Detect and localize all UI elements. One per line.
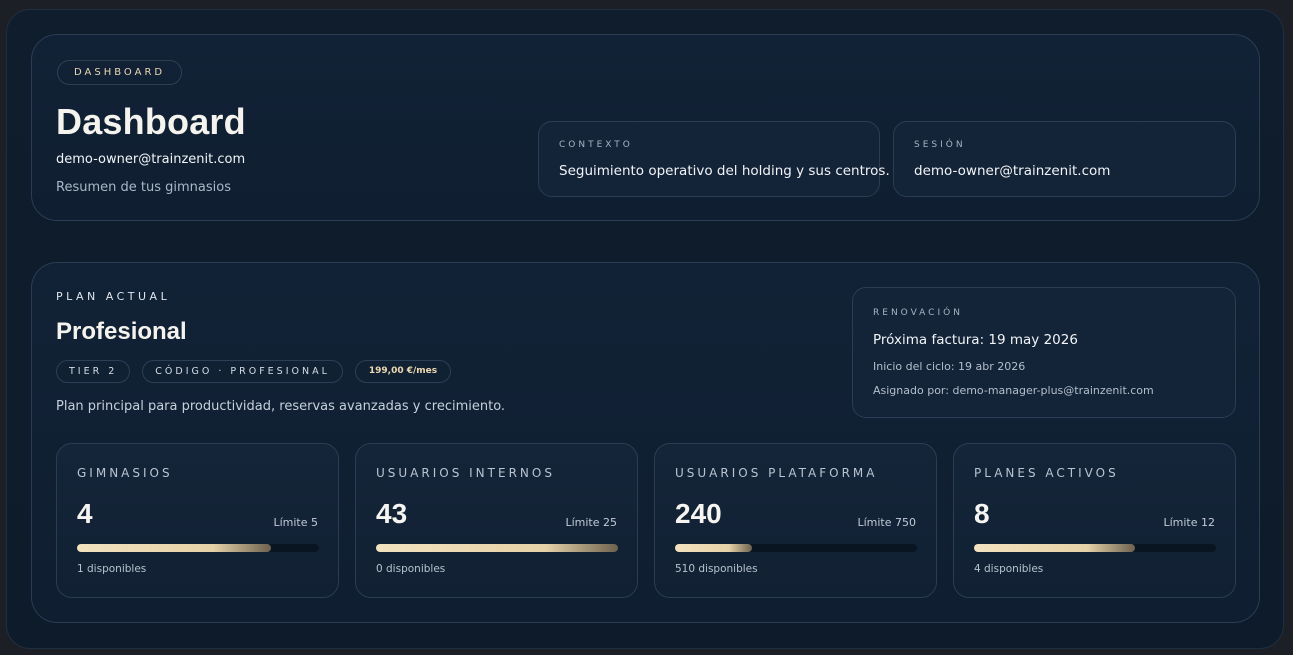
stat-available: 0 disponibles <box>376 563 446 575</box>
plan-name: Profesional <box>56 318 187 345</box>
usage-bar-fill <box>77 544 271 552</box>
stat-label: PLANES ACTIVOS <box>974 466 1119 480</box>
price-badge: 199,00 €/mes <box>354 360 452 383</box>
stat-card-active-plans: PLANES ACTIVOS 8 Límite 12 4 disponibles <box>953 443 1236 598</box>
section-pill: DASHBOARD <box>57 60 183 85</box>
usage-bar <box>376 544 618 552</box>
usage-bar <box>675 544 917 552</box>
session-label: SESIÓN <box>914 140 966 150</box>
stat-available: 510 disponibles <box>675 563 758 575</box>
plan-card: PLAN ACTUAL Profesional TIER 2 CÓDIGO · … <box>31 262 1260 623</box>
renewal-card: RENOVACIÓN Próxima factura: 19 may 2026 … <box>852 287 1236 418</box>
stat-limit: Límite 25 <box>565 516 617 529</box>
page-subtitle: Resumen de tus gimnasios <box>56 180 231 195</box>
code-badge: CÓDIGO · PROFESIONAL <box>142 360 343 383</box>
usage-bar <box>974 544 1216 552</box>
plan-label: PLAN ACTUAL <box>56 290 171 303</box>
context-label: CONTEXTO <box>559 140 633 150</box>
stat-card-gyms: GIMNASIOS 4 Límite 5 1 disponibles <box>56 443 339 598</box>
session-value: demo-owner@trainzenit.com <box>914 163 1111 179</box>
stat-available: 4 disponibles <box>974 563 1044 575</box>
plan-description: Plan principal para productividad, reser… <box>56 399 506 414</box>
stat-value: 8 <box>974 498 990 529</box>
stat-value: 43 <box>376 498 408 529</box>
assigned-by: Asignado por: demo-manager-plus@trainzen… <box>873 384 1154 397</box>
cycle-start: Inicio del ciclo: 19 abr 2026 <box>873 360 1026 373</box>
renewal-label: RENOVACIÓN <box>873 308 963 318</box>
next-invoice: Próxima factura: 19 may 2026 <box>873 332 1078 348</box>
stat-label: USUARIOS PLATAFORMA <box>675 466 878 480</box>
stat-value: 240 <box>675 498 722 529</box>
stat-label: GIMNASIOS <box>77 466 173 480</box>
tier-badge: TIER 2 <box>56 360 131 383</box>
session-card: SESIÓN demo-owner@trainzenit.com <box>893 121 1236 197</box>
header-card: DASHBOARD Dashboard demo-owner@trainzeni… <box>31 34 1260 221</box>
stat-label: USUARIOS INTERNOS <box>376 466 555 480</box>
stat-value: 4 <box>77 498 93 529</box>
page-title: Dashboard <box>56 101 246 142</box>
stat-card-platform-users: USUARIOS PLATAFORMA 240 Límite 750 510 d… <box>654 443 937 598</box>
usage-bar-fill <box>675 544 753 552</box>
usage-bar <box>77 544 319 552</box>
stat-limit: Límite 750 <box>857 516 916 529</box>
context-value: Seguimiento operativo del holding y sus … <box>559 163 890 179</box>
stat-card-internal-users: USUARIOS INTERNOS 43 Límite 25 0 disponi… <box>355 443 638 598</box>
dashboard-shell: DASHBOARD Dashboard demo-owner@trainzeni… <box>6 9 1284 649</box>
stat-limit: Límite 5 <box>273 516 318 529</box>
context-card: CONTEXTO Seguimiento operativo del holdi… <box>538 121 890 197</box>
usage-bar-fill <box>974 544 1136 552</box>
user-email: demo-owner@trainzenit.com <box>56 152 246 167</box>
stat-limit: Límite 12 <box>1163 516 1215 529</box>
plan-tags: TIER 2 CÓDIGO · PROFESIONAL 199,00 €/mes <box>56 360 452 383</box>
stat-available: 1 disponibles <box>77 563 147 575</box>
usage-bar-fill <box>376 544 618 552</box>
